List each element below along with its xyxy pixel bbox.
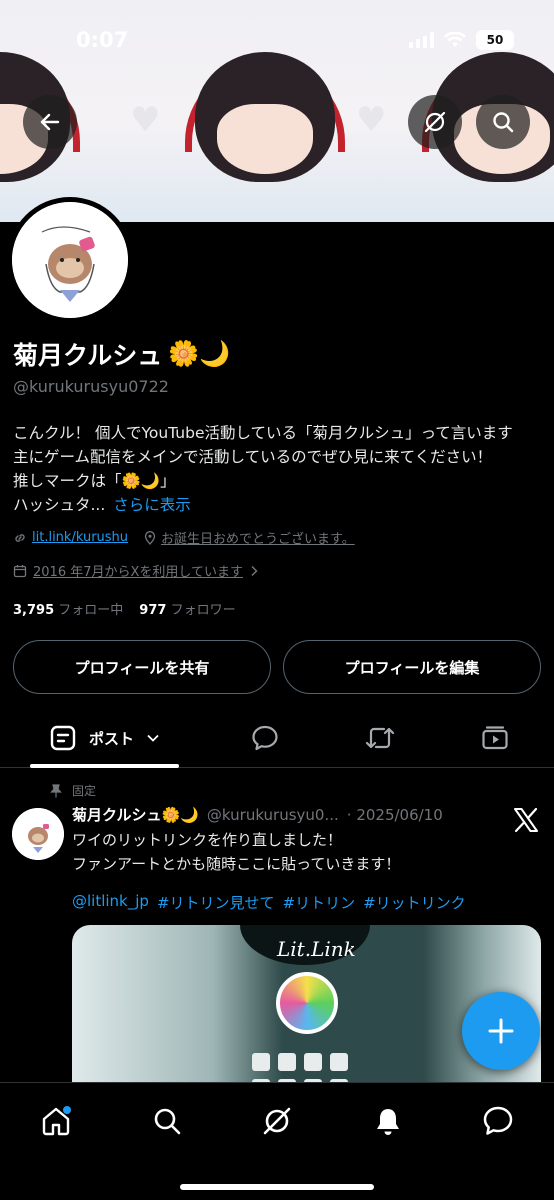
battery-indicator: 50 xyxy=(476,30,514,50)
joined-date-text: 2016 年7月からXを利用しています xyxy=(33,565,244,580)
posts-icon xyxy=(50,725,76,751)
status-bar: 0:07 50 xyxy=(0,0,554,70)
share-profile-button[interactable]: プロフィールを共有 xyxy=(13,640,271,694)
wifi-icon xyxy=(444,32,466,47)
following-label: フォロー中 xyxy=(58,603,124,618)
tab-media[interactable] xyxy=(466,708,524,768)
post-image-icon-grid xyxy=(252,1053,348,1071)
following-count: 3,795 xyxy=(13,603,55,618)
search-button[interactable] xyxy=(476,95,530,149)
nav-notifications[interactable] xyxy=(364,1097,412,1145)
bio-line: 推しマークは「🌼🌙」 xyxy=(13,472,176,490)
bio-line: 主にゲーム配信をメインで活動しているのでぜひ見に来てください！ xyxy=(13,448,493,466)
edit-profile-button[interactable]: プロフィールを編集 xyxy=(283,640,541,694)
profile-meta: lit.link/kurushu お誕生日おめでとうございます。 xyxy=(13,528,355,547)
banner-heart-icon: ♥ xyxy=(356,100,387,140)
x-logo-icon[interactable] xyxy=(512,806,540,834)
post-author-emojis: 🌼🌙 xyxy=(161,806,199,824)
post-hashtag-link[interactable]: #リトリン見せて xyxy=(157,892,275,913)
media-icon xyxy=(482,726,508,750)
bio-line: こんクル！ 個人でYouTube活動している「菊月クルシュ」って言います xyxy=(13,424,513,442)
post-author-name-text: 菊月クルシュ xyxy=(72,806,162,824)
bio-line: ハッシュタ... xyxy=(13,496,106,514)
tab-posts-label: ポスト xyxy=(88,729,134,748)
chevron-right-icon xyxy=(251,565,258,576)
post-header: 菊月クルシュ🌼🌙 @kurukurusyu0... · 2025/06/10 xyxy=(72,804,443,825)
post-tags: @litlink_jp #リトリン見せて #リトリン #リットリンク xyxy=(72,892,466,913)
followers-stat[interactable]: 977 フォロワー xyxy=(139,599,235,618)
profile-bio: こんクル！ 個人でYouTube活動している「菊月クルシュ」って言います 主にゲ… xyxy=(13,421,543,517)
banner-character-center xyxy=(185,52,345,182)
post-image-profile-circle xyxy=(276,972,338,1034)
bottom-navigation xyxy=(0,1082,554,1200)
profile-location[interactable]: お誕生日おめでとうございます。 xyxy=(161,528,355,547)
post-image-caption: Lit.Link xyxy=(277,937,356,961)
post-author-avatar[interactable] xyxy=(12,808,64,860)
grok-icon xyxy=(263,1107,291,1135)
bell-icon xyxy=(377,1109,399,1135)
post-mention-link[interactable]: @litlink_jp xyxy=(72,892,149,913)
location-pin-icon xyxy=(144,530,156,545)
back-button[interactable] xyxy=(23,95,77,149)
calendar-icon xyxy=(13,564,27,577)
pin-icon xyxy=(50,783,62,797)
plus-icon xyxy=(488,1018,514,1044)
active-tab-indicator xyxy=(30,764,179,768)
avatar-character-illustration xyxy=(12,202,128,318)
pinned-label: 固定 xyxy=(72,784,97,798)
post-author-name[interactable]: 菊月クルシュ🌼🌙 xyxy=(72,804,199,825)
home-icon xyxy=(42,1106,71,1136)
post-text-line: ワイのリットリンクを作り直しました！ xyxy=(72,831,343,849)
profile-name: 菊月クルシュ 🌼🌙 xyxy=(13,336,231,372)
followers-count: 977 xyxy=(139,603,167,618)
tab-posts[interactable]: ポスト xyxy=(30,708,179,768)
profile-handle: @kurukurusyu0722 xyxy=(13,377,169,396)
profile-website-link[interactable]: lit.link/kurushu xyxy=(32,530,128,545)
nav-home[interactable] xyxy=(32,1097,80,1145)
chat-bubble-icon xyxy=(252,725,278,751)
grok-icon xyxy=(424,111,446,133)
home-indicator-bar xyxy=(180,1184,374,1190)
cellular-signal-icon xyxy=(409,32,434,48)
profile-name-emojis: 🌼🌙 xyxy=(168,339,231,368)
post-text: ワイのリットリンクを作り直しました！ ファンアートとかも随時ここに貼っていきます… xyxy=(72,828,512,876)
following-stat[interactable]: 3,795 フォロー中 xyxy=(13,599,123,618)
show-more-link[interactable]: さらに表示 xyxy=(113,496,191,514)
link-icon xyxy=(15,533,25,542)
repost-icon xyxy=(365,727,395,749)
follow-stats: 3,795 フォロー中 977 フォロワー xyxy=(13,599,236,618)
search-icon xyxy=(154,1108,181,1135)
banner-heart-icon: ♥ xyxy=(130,100,161,140)
followers-label: フォロワー xyxy=(170,603,236,618)
post-author-handle[interactable]: @kurukurusyu0... xyxy=(207,806,339,824)
profile-joined[interactable]: 2016 年7月からXを利用しています xyxy=(13,561,259,580)
tab-replies[interactable] xyxy=(236,708,294,768)
grok-button[interactable] xyxy=(408,95,462,149)
compose-button[interactable] xyxy=(462,992,540,1070)
post-hashtag-link[interactable]: #リットリンク xyxy=(363,892,466,913)
tab-reposts[interactable] xyxy=(351,708,409,768)
status-time: 0:07 xyxy=(76,28,129,52)
post-hashtag-link[interactable]: #リトリン xyxy=(283,892,356,913)
profile-name-text: 菊月クルシュ xyxy=(13,341,163,370)
post-avatar-illustration xyxy=(12,808,64,860)
nav-search[interactable] xyxy=(143,1097,191,1145)
nav-grok[interactable] xyxy=(253,1097,301,1145)
pinned-indicator: 固定 xyxy=(50,782,96,799)
profile-avatar[interactable] xyxy=(7,197,133,323)
search-icon xyxy=(493,112,514,133)
chat-bubble-icon xyxy=(483,1106,513,1135)
post-date: · 2025/06/10 xyxy=(346,805,443,824)
post-text-line: ファンアートとかも随時ここに貼っていきます！ xyxy=(72,855,401,873)
nav-messages[interactable] xyxy=(474,1097,522,1145)
profile-tabs: ポスト xyxy=(0,708,554,768)
arrow-left-icon xyxy=(40,113,60,131)
chevron-down-icon xyxy=(147,734,159,742)
